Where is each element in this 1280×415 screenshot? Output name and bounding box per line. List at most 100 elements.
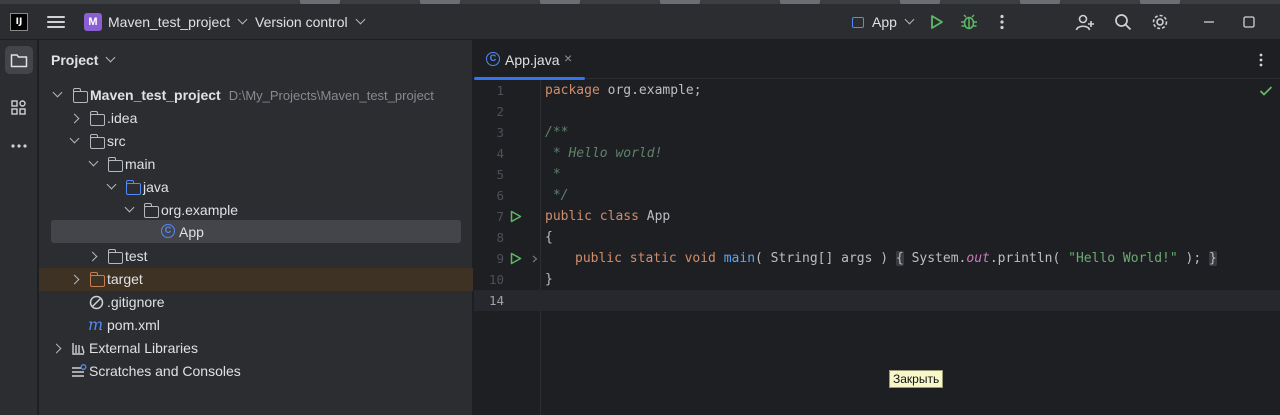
run-button[interactable]	[925, 10, 949, 34]
maximize-button[interactable]	[1237, 10, 1261, 34]
main-menu-icon[interactable]	[47, 13, 65, 31]
tree-item-text: java	[143, 179, 169, 195]
run-gutter-icon[interactable]	[510, 210, 522, 223]
tree-item-main[interactable]: main	[39, 153, 473, 176]
run-icon	[931, 15, 943, 29]
folder-icon	[89, 134, 105, 149]
tab-app-java[interactable]: C App.java ×	[474, 40, 585, 80]
tree-item-text: org.example	[161, 202, 239, 218]
code-with-me-button[interactable]	[1073, 10, 1097, 34]
title-bar: IJ M Maven_test_project Version control …	[0, 4, 1280, 40]
chevron-down-icon	[106, 52, 116, 63]
tree-item-scratches[interactable]: Scratches and Consoles	[39, 360, 473, 383]
code-line: 4 * Hello world!	[474, 143, 1280, 164]
library-icon	[72, 343, 85, 355]
project-tool-button[interactable]	[5, 46, 33, 74]
tree-item-idea[interactable]: .idea	[39, 107, 473, 130]
project-badge: M	[84, 13, 102, 31]
search-everywhere-button[interactable]	[1111, 10, 1135, 34]
comment-token: */	[545, 188, 569, 203]
code-line: 5 *	[474, 164, 1280, 185]
tree-item-org-example[interactable]: org.example	[39, 199, 473, 222]
chevron-down-icon	[904, 14, 915, 25]
class-name-token: App	[646, 209, 671, 224]
settings-button[interactable]	[1148, 10, 1172, 34]
expand-arrow-icon[interactable]	[88, 156, 99, 167]
version-control-label: Version control	[255, 14, 348, 30]
code-token: .println(	[989, 251, 1069, 266]
folded-brace[interactable]: {	[895, 251, 904, 266]
line-number: 4	[496, 146, 504, 161]
excluded-folder-icon	[89, 272, 105, 287]
folder-icon	[89, 111, 105, 126]
folded-brace[interactable]: }	[1209, 251, 1217, 266]
comment-token: /**	[545, 125, 569, 140]
tab-label: App.java	[505, 52, 560, 68]
tree-item-text: src	[107, 133, 126, 149]
tree-item-external-libraries[interactable]: External Libraries	[39, 337, 473, 360]
tab-options-button[interactable]	[1249, 48, 1273, 72]
code-token: org.example;	[599, 83, 702, 98]
tree-item-gitignore[interactable]: .gitignore	[39, 291, 473, 314]
expand-arrow-icon[interactable]	[124, 202, 135, 213]
close-tab-icon[interactable]: ×	[564, 50, 572, 66]
line-number: 9	[496, 251, 504, 266]
tree-item-text: .gitignore	[107, 294, 165, 310]
version-control-menu[interactable]: Version control	[255, 10, 366, 34]
chevron-down-icon	[237, 14, 248, 25]
run-configuration-selector[interactable]: App	[852, 10, 915, 34]
bug-icon	[961, 14, 977, 30]
expand-arrow-icon[interactable]	[51, 343, 62, 354]
code-line-current: 14	[474, 290, 1280, 311]
add-user-icon	[1075, 14, 1094, 31]
search-icon	[1115, 14, 1132, 31]
comment-token: * Hello world!	[545, 146, 663, 161]
tree-item-maven-test-project[interactable]: Maven_test_project D:\My_Projects\Maven_t…	[39, 84, 473, 107]
more-actions-button[interactable]	[990, 10, 1014, 34]
code-token: {	[545, 230, 553, 245]
tree-item-text: main	[125, 156, 156, 172]
line-number: 10	[488, 272, 504, 287]
project-view-selector[interactable]: Project	[51, 52, 116, 68]
tree-item-pom-xml[interactable]: m pom.xml	[39, 314, 473, 337]
line-number: 1	[496, 83, 504, 98]
code-line: 7 public class App	[474, 206, 1280, 227]
code-line: 10 }	[474, 269, 1280, 290]
tree-item-test[interactable]: test	[39, 245, 473, 268]
editor-area: C App.java × 1 package org.example; 2 3 …	[474, 40, 1280, 415]
structure-tool-button[interactable]	[5, 94, 33, 122]
tree-item-java[interactable]: java	[39, 176, 473, 199]
minimize-icon	[1204, 21, 1214, 23]
string-token: "Hello World!"	[1068, 251, 1178, 266]
field-token: out	[966, 251, 990, 266]
minimize-button[interactable]	[1197, 10, 1221, 34]
tree-item-text: test	[125, 248, 148, 264]
function-token: main	[723, 251, 756, 266]
debug-button[interactable]	[957, 10, 981, 34]
expand-arrow-icon[interactable]	[69, 133, 80, 144]
folder-icon	[107, 157, 123, 172]
fold-arrow-icon[interactable]	[532, 255, 538, 263]
tree-item-src[interactable]: src	[39, 130, 473, 153]
tree-item-target[interactable]: target	[39, 268, 473, 291]
run-gutter-icon[interactable]	[510, 252, 522, 265]
code-line: 8 {	[474, 227, 1280, 248]
code-token: ( String[] args )	[755, 251, 889, 266]
expand-arrow-icon[interactable]	[69, 113, 80, 124]
tree-item-text: Scratches and Consoles	[89, 363, 241, 379]
gear-icon	[1152, 14, 1168, 30]
more-horizontal-icon	[11, 144, 27, 148]
more-tools-button[interactable]	[5, 132, 33, 160]
expand-arrow-icon[interactable]	[52, 87, 63, 98]
gitignore-icon	[89, 295, 104, 310]
project-tool-window: Project Maven_test_project D:\My_Projects…	[39, 40, 473, 415]
expand-arrow-icon[interactable]	[69, 274, 80, 285]
module-folder-icon	[72, 88, 88, 103]
project-switcher[interactable]: M Maven_test_project	[84, 10, 248, 34]
tree-item-app[interactable]: C App	[51, 220, 461, 243]
expand-arrow-icon[interactable]	[106, 179, 117, 190]
expand-arrow-icon[interactable]	[87, 251, 98, 262]
keyword-token: class	[599, 209, 639, 224]
class-icon: C	[161, 224, 175, 238]
line-number: 3	[496, 125, 504, 140]
